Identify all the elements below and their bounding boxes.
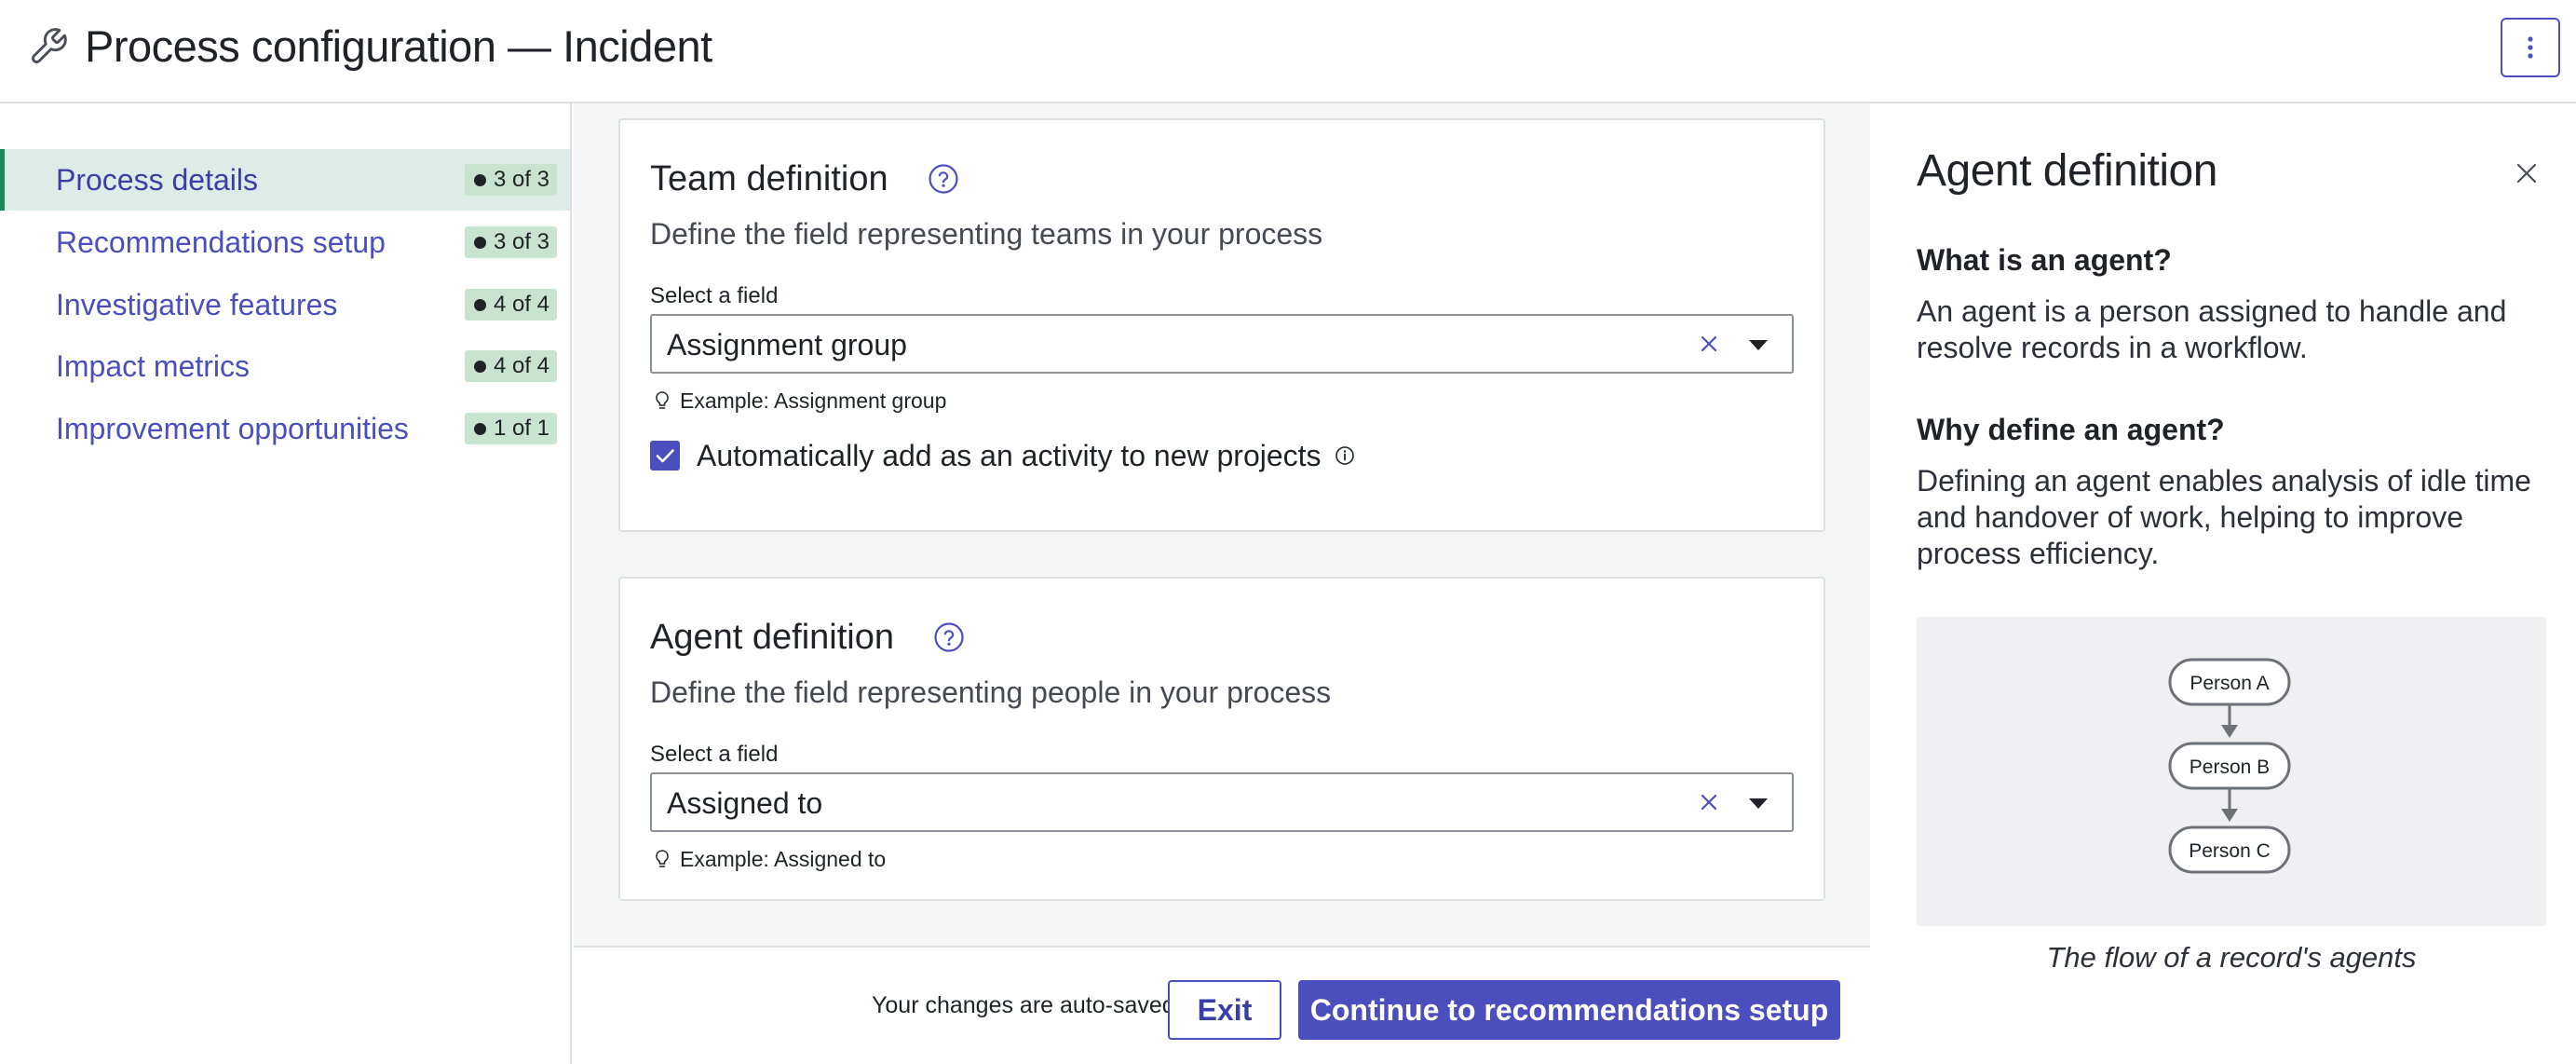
progress-badge: 3 of 3 [464,226,557,258]
select-value: Assignment group [667,328,907,361]
sidebar-item-process-details[interactable]: Process details 3 of 3 [0,149,570,211]
close-icon[interactable] [2515,161,2539,185]
sidebar-item-recommendations-setup[interactable]: Recommendations setup 3 of 3 [0,211,570,273]
clear-icon[interactable] [1698,791,1720,813]
panel-answer-why: Defining an agent enables analysis of id… [1917,464,2531,570]
team-field-select[interactable]: Assignment group [650,314,1794,374]
agent-flow-svg: Person A Person B Person C [2168,658,2291,874]
badge-text: 1 of 1 [493,416,549,441]
continue-button[interactable]: Continue to recommendations setup [1298,980,1840,1040]
sidebar-item-label: Impact metrics [56,349,251,383]
field-hint: Example: Assigned to [654,845,886,873]
panel-title: Agent definition [1917,146,2217,196]
badge-text: 4 of 4 [493,353,549,378]
clear-icon[interactable] [1698,333,1720,355]
auto-add-checkbox-label: Automatically add as an activity to new … [697,437,1355,474]
diagram-caption: The flow of a record's agents [2046,941,2417,974]
exit-button[interactable]: Exit [1168,980,1281,1040]
badge-text: 3 of 3 [493,167,549,192]
sidebar-item-label: Investigative features [56,288,338,321]
wrench-icon [32,28,67,63]
select-value: Assigned to [667,786,823,820]
progress-badge: 3 of 3 [464,164,557,196]
sidebar-item-impact-metrics[interactable]: Impact metrics 4 of 4 [0,335,570,397]
footer-bar: Your changes are auto-saved Exit Continu… [574,946,1870,1064]
page-title: Process configuration — Incident [85,21,712,71]
sidebar: Process details 3 of 3 Recommendations s… [0,103,572,1064]
status-dot-icon [473,236,486,249]
sidebar-item-investigative-features[interactable]: Investigative features 4 of 4 [0,274,570,335]
sidebar-item-improvement-opportunities[interactable]: Improvement opportunities 1 of 1 [0,398,570,459]
badge-text: 4 of 4 [493,292,549,317]
top-bar: Process configuration — Incident [0,0,2576,103]
more-vertical-icon [2528,36,2533,59]
agent-info-panel: Agent definition What is an agent? An ag… [1872,103,2576,1064]
progress-badge: 4 of 4 [464,289,557,321]
main-content: Team definition Define the field represe… [574,103,1870,1064]
team-definition-title: Team definition [650,159,888,198]
team-definition-card: Team definition Define the field represe… [618,118,1825,532]
chevron-down-icon[interactable] [1749,798,1768,809]
status-dot-icon [473,173,486,186]
agent-definition-title: Agent definition [650,618,894,657]
select-field-label: Select a field [650,283,779,308]
sidebar-item-label: Process details [56,163,258,197]
checkbox-label-text: Automatically add as an activity to new … [697,439,1322,472]
auto-add-checkbox[interactable] [650,441,680,471]
badge-text: 3 of 3 [493,229,549,254]
lightbulb-icon [656,391,669,409]
team-definition-description: Define the field representing teams in y… [650,217,1323,251]
field-hint: Example: Assignment group [654,387,946,415]
sidebar-item-label: Improvement opportunities [56,412,409,445]
hint-text: Example: Assigned to [680,847,887,871]
help-icon[interactable] [928,163,959,195]
flow-node-person-b: Person B [2168,742,2291,790]
status-dot-icon [473,298,486,311]
select-field-label: Select a field [650,742,779,767]
hint-text: Example: Assignment group [680,389,947,413]
flow-arrow [2221,704,2238,738]
panel-answer-what: An agent is a person assigned to handle … [1917,294,2507,364]
status-dot-icon [473,422,486,435]
panel-question-what: What is an agent? [1917,243,2172,277]
agent-definition-card: Agent definition Define the field repres… [618,577,1825,901]
autosave-status: Your changes are auto-saved [872,992,1175,1018]
sidebar-item-label: Recommendations setup [56,225,386,259]
progress-badge: 1 of 1 [464,413,557,444]
lightbulb-icon [656,850,669,867]
progress-badge: 4 of 4 [464,350,557,382]
more-options-button[interactable] [2501,18,2560,77]
help-icon[interactable] [933,621,965,653]
node-label: Person C [2189,840,2271,862]
agent-definition-description: Define the field representing people in … [650,675,1332,709]
flow-node-person-a: Person A [2168,658,2291,706]
flow-arrow [2221,788,2238,822]
agent-field-select[interactable]: Assigned to [650,772,1794,832]
flow-node-person-c: Person C [2168,825,2291,874]
checkmark-icon [656,449,674,463]
agent-flow-diagram: Person A Person B Person C [1917,617,2546,926]
info-icon[interactable] [1335,445,1355,466]
panel-question-why: Why define an agent? [1917,413,2225,446]
status-dot-icon [473,360,486,373]
node-label: Person A [2190,673,2269,694]
node-label: Person B [2190,757,2270,778]
chevron-down-icon[interactable] [1749,340,1768,350]
